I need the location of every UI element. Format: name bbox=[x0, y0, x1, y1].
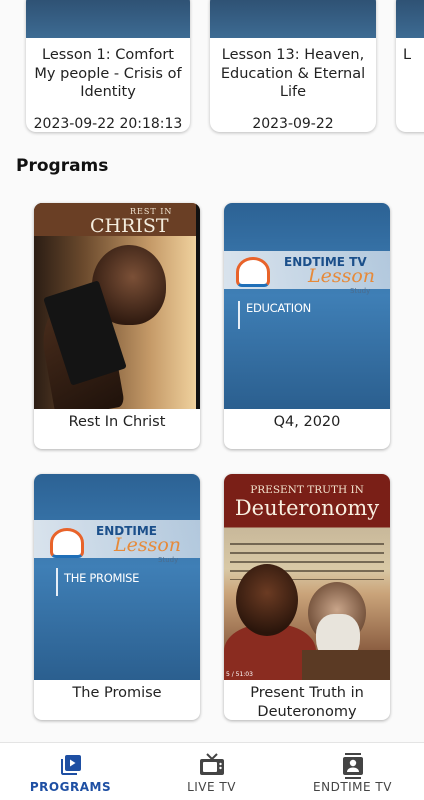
play-library-icon bbox=[59, 753, 83, 781]
program-poster: PRESENT TRUTH IN Deuteronomy 5 / 51:03 bbox=[224, 474, 390, 680]
program-label: Q4, 2020 bbox=[273, 414, 341, 430]
poster-title: Deuteronomy bbox=[234, 496, 380, 520]
endtime-logo-icon bbox=[50, 528, 84, 558]
poster-topic: THE PROMISE bbox=[64, 571, 140, 585]
program-card-q4-2020[interactable]: ENDTIME TV Lesson Study EDUCATION Q4, 20… bbox=[224, 203, 390, 449]
poster-subtitle: PRESENT TRUTH IN bbox=[250, 484, 364, 496]
program-card-rest-in-christ[interactable]: REST IN CHRIST Rest In Christ bbox=[34, 203, 200, 449]
nav-live-tv[interactable]: LIVE TV bbox=[141, 743, 282, 800]
poster-study: Study bbox=[350, 287, 371, 295]
program-poster: REST IN CHRIST bbox=[34, 203, 200, 409]
poster-script: Lesson bbox=[114, 534, 182, 556]
poster-topic: EDUCATION bbox=[246, 301, 311, 315]
nav-endtime-tv[interactable]: ENDTIME TV bbox=[282, 743, 423, 800]
lesson-title: Lesson 13: Heaven, Education & Eternal L… bbox=[220, 47, 366, 100]
poster-timecode: 5 / 51:03 bbox=[226, 671, 253, 678]
lesson-date: 2023-09-22 bbox=[252, 116, 334, 132]
program-poster: ENDTIME TV Lesson Study EDUCATION bbox=[224, 203, 390, 409]
bottom-navigation: PROGRAMS LIVE TV ENDTIME TV bbox=[0, 742, 424, 800]
poster-study: Study bbox=[158, 556, 179, 564]
lesson-carousel[interactable]: Lesson 1: Comfort My people - Crisis of … bbox=[0, 0, 424, 140]
endtime-logo-icon bbox=[236, 257, 270, 287]
programs-heading: Programs bbox=[16, 156, 109, 176]
tv-icon bbox=[199, 753, 225, 781]
poster-script: Lesson bbox=[308, 265, 376, 287]
lesson-card[interactable]: Lesson 1: Comfort My people - Crisis of … bbox=[26, 0, 190, 132]
nav-label: LIVE TV bbox=[187, 780, 236, 794]
lesson-title: L bbox=[403, 47, 412, 63]
program-card-the-promise[interactable]: ENDTIME Lesson Study THE PROMISE The Pro… bbox=[34, 474, 200, 720]
lesson-thumbnail bbox=[396, 0, 424, 38]
lesson-date: 2023-09-22 20:18:13 bbox=[33, 116, 183, 132]
lesson-title: Lesson 1: Comfort My people - Crisis of … bbox=[34, 47, 182, 100]
program-card-deuteronomy[interactable]: PRESENT TRUTH IN Deuteronomy 5 / 51:03 P… bbox=[224, 474, 390, 720]
lesson-thumbnail bbox=[210, 0, 376, 38]
poster-title: CHRIST bbox=[90, 215, 169, 237]
program-poster: ENDTIME Lesson Study THE PROMISE bbox=[34, 474, 200, 680]
nav-label: PROGRAMS bbox=[29, 780, 112, 794]
nav-label: ENDTIME TV bbox=[313, 780, 392, 794]
program-label: Present Truth in Deuteronomy bbox=[250, 685, 364, 720]
lesson-thumbnail bbox=[26, 0, 190, 38]
nav-programs[interactable]: PROGRAMS bbox=[0, 743, 141, 800]
program-label: Rest In Christ bbox=[68, 414, 166, 430]
lesson-card[interactable]: Lesson 13: Heaven, Education & Eternal L… bbox=[210, 0, 376, 132]
lesson-card[interactable]: L bbox=[396, 0, 424, 132]
contact-card-icon bbox=[342, 753, 364, 783]
program-label: The Promise bbox=[72, 685, 162, 701]
